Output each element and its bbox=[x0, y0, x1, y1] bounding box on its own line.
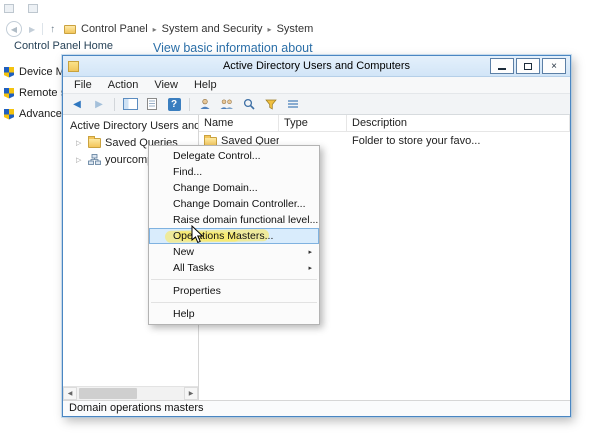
expander-icon[interactable]: ▷ bbox=[76, 139, 84, 147]
new-group-icon bbox=[220, 99, 233, 109]
submenu-arrow-icon: ▸ bbox=[308, 265, 312, 272]
folder-icon bbox=[64, 24, 76, 34]
app-icon bbox=[28, 4, 38, 13]
uac-shield-icon bbox=[4, 66, 14, 78]
list-icon bbox=[288, 100, 298, 108]
uac-shield-icon bbox=[4, 87, 14, 99]
menu-item-label: Delegate Control... bbox=[173, 150, 261, 162]
menu-item-operations-masters[interactable]: Operations Masters... bbox=[149, 228, 319, 244]
column-headers: Name Type Description bbox=[199, 115, 570, 132]
menu-item-delegate-control[interactable]: Delegate Control... bbox=[149, 148, 319, 164]
filter-icon bbox=[265, 99, 277, 110]
folder-icon bbox=[88, 136, 101, 148]
scroll-left-icon[interactable]: ◀ bbox=[63, 387, 77, 400]
back-button[interactable]: ◀ bbox=[68, 96, 86, 113]
menu-item-label: Change Domain... bbox=[173, 182, 258, 194]
chevron-right-icon: ▸ bbox=[152, 24, 157, 34]
uac-shield-icon bbox=[4, 108, 14, 120]
tree-item-root[interactable]: Active Directory Users and Computers bbox=[63, 117, 198, 134]
menu-item-change-domain[interactable]: Change Domain... bbox=[149, 180, 319, 196]
maximize-icon bbox=[524, 62, 532, 70]
menu-item-raise-domain-functional-level[interactable]: Raise domain functional level... bbox=[149, 212, 319, 228]
menu-item-label: Operations Masters... bbox=[173, 230, 274, 242]
expander-icon[interactable]: ▷ bbox=[76, 156, 84, 164]
breadcrumb-item-system[interactable]: System bbox=[277, 23, 314, 35]
column-header-type[interactable]: Type bbox=[279, 115, 347, 131]
menu-item-label: Properties bbox=[173, 285, 221, 297]
new-group-button[interactable] bbox=[218, 96, 236, 113]
breadcrumb: Control Panel ▸ System and Security ▸ Sy… bbox=[64, 23, 313, 35]
show-console-tree-button[interactable] bbox=[121, 96, 139, 113]
toolbar-separator bbox=[189, 97, 190, 111]
menu-item-label: Find... bbox=[173, 166, 203, 178]
toolbar-separator bbox=[114, 97, 115, 111]
menu-separator bbox=[151, 302, 317, 303]
column-header-description[interactable]: Description bbox=[347, 115, 570, 131]
context-menu: Delegate Control... Find... Change Domai… bbox=[148, 145, 320, 325]
background-app-icons bbox=[4, 4, 38, 13]
column-header-name[interactable]: Name bbox=[199, 115, 279, 131]
minimize-button[interactable] bbox=[490, 58, 514, 74]
submenu-arrow-icon: ▸ bbox=[308, 249, 312, 256]
menu-item-change-domain-controller[interactable]: Change Domain Controller... bbox=[149, 196, 319, 212]
minimize-icon bbox=[498, 68, 506, 70]
cell-description: Folder to store your favo... bbox=[352, 135, 481, 147]
menu-item-properties[interactable]: Properties bbox=[149, 283, 319, 299]
mouse-cursor-icon bbox=[191, 225, 204, 244]
scrollbar-thumb[interactable] bbox=[79, 388, 137, 399]
menu-item-find[interactable]: Find... bbox=[149, 164, 319, 180]
forward-button[interactable]: ▶ bbox=[90, 96, 108, 113]
menu-item-help[interactable]: Help bbox=[149, 306, 319, 322]
help-button[interactable]: ? bbox=[165, 96, 183, 113]
horizontal-scrollbar[interactable]: ◀ ▶ bbox=[63, 386, 198, 400]
breadcrumb-item-control-panel[interactable]: Control Panel bbox=[81, 23, 148, 35]
export-list-button[interactable] bbox=[143, 96, 161, 113]
advanced-list-button[interactable] bbox=[284, 96, 302, 113]
menu-action[interactable]: Action bbox=[100, 78, 147, 92]
menu-separator bbox=[151, 279, 317, 280]
menu-view[interactable]: View bbox=[146, 78, 186, 92]
page-title: View basic information about bbox=[153, 41, 313, 55]
menu-item-all-tasks[interactable]: All Tasks ▸ bbox=[149, 260, 319, 276]
control-panel-home-link[interactable]: Control Panel Home bbox=[14, 40, 113, 52]
scroll-right-icon[interactable]: ▶ bbox=[184, 387, 198, 400]
console-tree-icon bbox=[122, 98, 138, 110]
menu-bar: File Action View Help bbox=[63, 77, 570, 94]
titlebar[interactable]: Active Directory Users and Computers × bbox=[63, 56, 570, 77]
menu-file[interactable]: File bbox=[66, 78, 100, 92]
explorer-nav: ◀ ▶ ↑ bbox=[6, 21, 55, 37]
new-user-button[interactable] bbox=[196, 96, 214, 113]
chevron-right-icon: ▸ bbox=[267, 24, 272, 34]
filter-button[interactable] bbox=[262, 96, 280, 113]
domain-icon bbox=[88, 154, 101, 165]
menu-item-new[interactable]: New ▸ bbox=[149, 244, 319, 260]
find-icon bbox=[243, 98, 255, 110]
close-button[interactable]: × bbox=[542, 58, 566, 74]
status-text: Domain operations masters bbox=[69, 402, 204, 414]
toolbar: ◀ ▶ ? bbox=[63, 94, 570, 115]
forward-icon[interactable]: ▶ bbox=[29, 25, 35, 34]
breadcrumb-item-system-and-security[interactable]: System and Security bbox=[162, 23, 263, 35]
new-user-icon bbox=[200, 98, 210, 109]
document-icon bbox=[147, 98, 157, 110]
menu-help[interactable]: Help bbox=[186, 78, 225, 92]
divider bbox=[42, 23, 44, 35]
menu-item-label: All Tasks bbox=[173, 262, 215, 274]
menu-item-label: New bbox=[173, 246, 195, 258]
app-icon bbox=[4, 4, 14, 13]
up-icon[interactable]: ↑ bbox=[50, 24, 55, 35]
status-bar: Domain operations masters bbox=[63, 400, 570, 416]
back-icon[interactable]: ◀ bbox=[6, 21, 22, 37]
menu-item-label: Help bbox=[173, 308, 195, 320]
tree-item-label: Active Directory Users and Computers bbox=[70, 119, 198, 132]
find-button[interactable] bbox=[240, 96, 258, 113]
maximize-button[interactable] bbox=[516, 58, 540, 74]
help-icon: ? bbox=[167, 97, 181, 111]
menu-item-label: Change Domain Controller... bbox=[173, 198, 306, 210]
desktop: ◀ ▶ ↑ Control Panel ▸ System and Securit… bbox=[0, 0, 600, 443]
caption-buttons: × bbox=[490, 58, 566, 74]
